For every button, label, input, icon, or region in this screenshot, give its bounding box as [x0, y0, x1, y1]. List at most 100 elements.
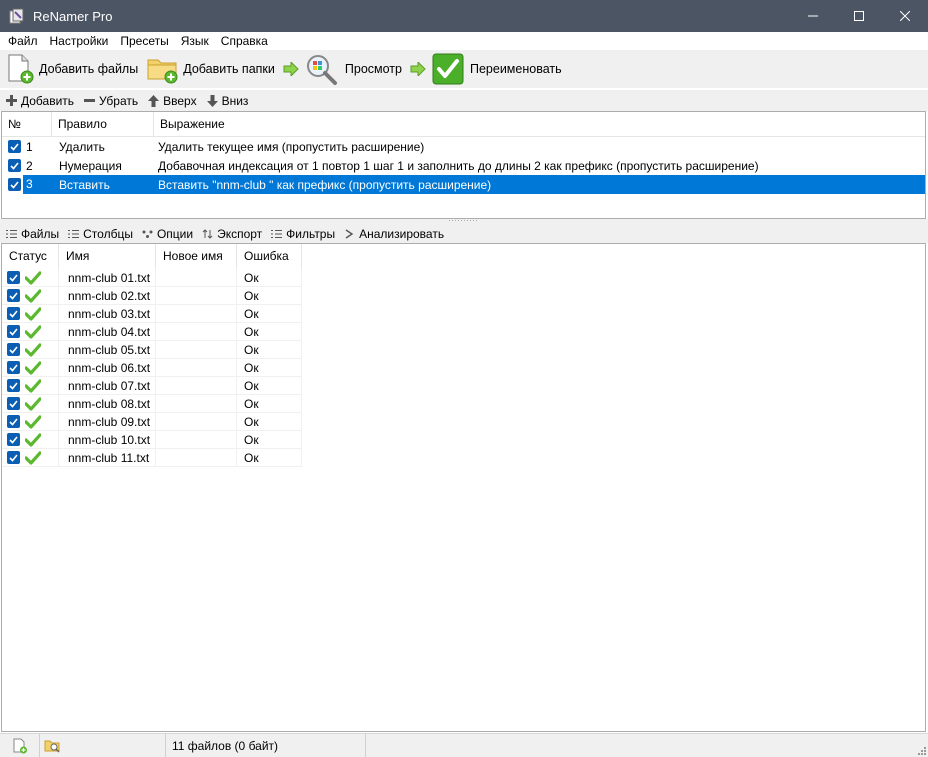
file-status — [2, 413, 59, 431]
file-new-name — [156, 305, 237, 323]
add-rule-button[interactable]: Добавить — [6, 94, 74, 108]
folder-search-icon — [44, 740, 60, 753]
menu-help[interactable]: Справка — [215, 32, 274, 50]
file-new-name — [156, 395, 237, 413]
grip-icon — [449, 220, 477, 221]
minimize-icon — [808, 15, 818, 17]
file-count-status: 11 файлов (0 байт) — [166, 733, 366, 757]
column-header-status[interactable]: Статус — [2, 244, 59, 269]
add-file-status-button[interactable] — [0, 733, 40, 757]
list-icon — [6, 230, 17, 238]
add-rule-label: Добавить — [21, 93, 75, 108]
column-header-error[interactable]: Ошибка — [237, 244, 302, 269]
ok-check-icon — [25, 414, 41, 429]
column-header-number[interactable]: № — [2, 112, 52, 137]
file-row[interactable]: nnm-club 06.txt Ок — [2, 359, 925, 377]
column-header-expression[interactable]: Выражение — [154, 112, 925, 137]
move-up-button[interactable]: Вверх — [148, 94, 197, 108]
filters-menu-button[interactable]: Фильтры — [271, 227, 335, 241]
minimize-button[interactable] — [790, 0, 836, 32]
rule-name: Удалить — [59, 139, 105, 154]
columns-icon — [68, 230, 80, 238]
columns-menu-button[interactable]: Столбцы — [68, 227, 133, 241]
rename-label: Переименовать — [469, 62, 562, 76]
file-row[interactable]: nnm-club 09.txt Ок — [2, 413, 925, 431]
file-row[interactable]: nnm-club 03.txt Ок — [2, 305, 925, 323]
file-rows: nnm-club 01.txt Ок nnm-club 02.txt Ок nnm-cl… — [2, 269, 925, 467]
move-down-button[interactable]: Вниз — [206, 93, 249, 108]
menu-language[interactable]: Язык — [175, 32, 215, 50]
column-header-rule[interactable]: Правило — [52, 112, 154, 137]
file-name: nnm-club 03.txt — [59, 305, 156, 323]
rule-checkbox[interactable] — [8, 178, 21, 191]
checkmark-icon — [10, 180, 19, 189]
export-menu-button[interactable]: Экспорт — [202, 227, 262, 241]
files-header: Статус Имя Новое имя Ошибка — [2, 244, 925, 269]
maximize-button[interactable] — [836, 0, 882, 32]
options-menu-button[interactable]: Опции — [142, 227, 193, 241]
file-row[interactable]: nnm-club 11.txt Ок — [2, 449, 925, 467]
file-checkbox[interactable] — [7, 289, 20, 302]
file-new-name — [156, 269, 237, 287]
file-checkbox[interactable] — [7, 379, 20, 392]
file-checkbox[interactable] — [7, 271, 20, 284]
menu-presets[interactable]: Пресеты — [114, 32, 174, 50]
column-header-name[interactable]: Имя — [59, 244, 156, 269]
ok-check-icon — [25, 396, 41, 411]
file-checkbox[interactable] — [7, 307, 20, 320]
add-file-icon — [13, 738, 27, 753]
rename-button[interactable]: Переименовать — [432, 51, 568, 87]
ok-check-icon — [25, 450, 41, 465]
ok-check-icon — [25, 324, 41, 339]
remove-rule-button[interactable]: Убрать — [84, 94, 138, 108]
add-files-button[interactable]: Добавить файлы — [4, 51, 144, 87]
rule-row-selected[interactable]: 3 Вставить Вставить "nnm-club " как преф… — [2, 175, 925, 194]
preview-status-button[interactable] — [40, 733, 166, 757]
file-row[interactable]: nnm-club 02.txt Ок — [2, 287, 925, 305]
add-folders-button[interactable]: Добавить папки — [146, 51, 281, 87]
filter-icon — [271, 230, 283, 238]
file-row[interactable]: nnm-club 10.txt Ок — [2, 431, 925, 449]
file-checkbox[interactable] — [7, 325, 20, 338]
checkmark-icon — [9, 453, 18, 462]
file-row[interactable]: nnm-club 05.txt Ок — [2, 341, 925, 359]
rule-expression: Вставить "nnm-club " как префикс (пропус… — [158, 177, 492, 192]
resize-grip-icon[interactable] — [916, 745, 926, 755]
column-header-new-name[interactable]: Новое имя — [156, 244, 237, 269]
menu-settings[interactable]: Настройки — [44, 32, 115, 50]
file-checkbox[interactable] — [7, 415, 20, 428]
checkmark-icon — [9, 381, 18, 390]
files-toolbar: Файлы Столбцы Опции Экспорт Фильтры Анал… — [0, 225, 928, 243]
close-button[interactable] — [882, 0, 928, 32]
file-status — [2, 305, 59, 323]
file-checkbox[interactable] — [7, 433, 20, 446]
checkmark-icon — [9, 327, 18, 336]
move-down-label: Вниз — [221, 93, 249, 108]
rule-row[interactable]: 1 Удалить Удалить текущее имя (пропустит… — [2, 137, 925, 156]
analyze-menu-button[interactable]: Анализировать — [344, 227, 444, 241]
rule-checkbox[interactable] — [8, 159, 21, 172]
ok-check-icon — [25, 306, 41, 321]
file-checkbox[interactable] — [7, 361, 20, 374]
file-checkbox[interactable] — [7, 343, 20, 356]
ok-check-icon — [25, 378, 41, 393]
files-list: Статус Имя Новое имя Ошибка nnm-club 01.… — [1, 243, 926, 732]
rule-row[interactable]: 2 Нумерация Добавочная индексация от 1 п… — [2, 156, 925, 175]
file-checkbox[interactable] — [7, 451, 20, 464]
file-error: Ок — [237, 395, 302, 413]
files-menu-button[interactable]: Файлы — [6, 227, 59, 241]
checkmark-icon — [9, 363, 18, 372]
export-icon — [202, 229, 213, 239]
file-row[interactable]: nnm-club 07.txt Ок — [2, 377, 925, 395]
minus-icon — [84, 99, 96, 102]
file-row[interactable]: nnm-club 04.txt Ок — [2, 323, 925, 341]
preview-button[interactable]: Просмотр — [305, 51, 408, 87]
rule-checkbox[interactable] — [8, 140, 21, 153]
file-checkbox[interactable] — [7, 397, 20, 410]
add-folders-label: Добавить папки — [183, 62, 275, 76]
file-name: nnm-club 02.txt — [59, 287, 156, 305]
arrow-right-icon — [283, 62, 299, 76]
file-row[interactable]: nnm-club 01.txt Ок — [2, 269, 925, 287]
file-row[interactable]: nnm-club 08.txt Ок — [2, 395, 925, 413]
menu-file[interactable]: Файл — [2, 32, 44, 50]
